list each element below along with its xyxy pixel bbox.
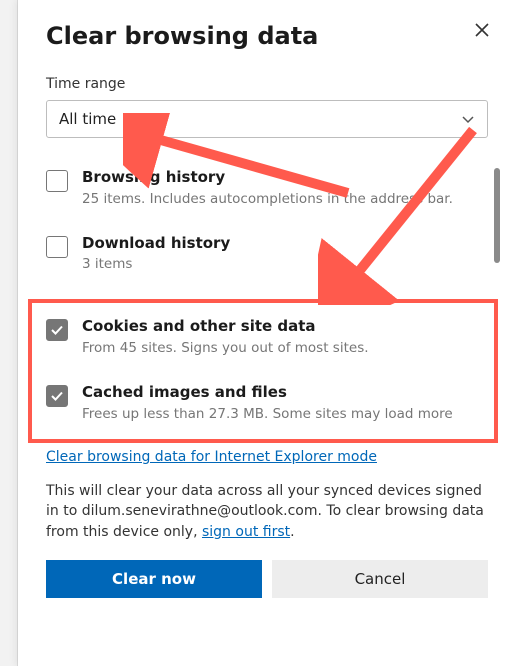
time-range-label: Time range [46,76,488,92]
option-title: Download history [82,234,230,254]
checkmark-icon [50,389,64,403]
clear-now-button[interactable]: Clear now [46,560,262,598]
footer-text: This will clear your data across all you… [46,481,488,542]
time-range-value: All time [59,110,116,128]
option-title: Browsing history [82,168,453,188]
scrollbar[interactable] [494,168,500,263]
option-cached[interactable]: Cached images and files Frees up less th… [46,383,484,423]
checkbox-browsing-history[interactable] [46,170,68,192]
option-cookies[interactable]: Cookies and other site data From 45 site… [46,317,484,357]
chevron-down-icon [461,112,475,126]
options-scroll-area: Browsing history 25 items. Includes auto… [46,168,488,428]
close-icon [474,22,490,38]
checkbox-download-history[interactable] [46,236,68,258]
time-range-select[interactable]: All time [46,100,488,138]
option-title: Cookies and other site data [82,317,369,337]
dialog-title: Clear browsing data [46,22,488,50]
option-browsing-history[interactable]: Browsing history 25 items. Includes auto… [46,168,488,208]
option-desc: 3 items [82,255,230,273]
option-desc: From 45 sites. Signs you out of most sit… [82,339,369,357]
close-button[interactable] [468,16,496,44]
option-download-history[interactable]: Download history 3 items [46,234,488,274]
checkmark-icon [50,323,64,337]
cancel-button[interactable]: Cancel [272,560,488,598]
checkbox-cached[interactable] [46,385,68,407]
annotation-highlight-box: Cookies and other site data From 45 site… [28,299,498,442]
clear-browsing-data-dialog: Clear browsing data Time range All time … [18,0,516,666]
checkbox-cookies[interactable] [46,319,68,341]
option-title: Cached images and files [82,383,453,403]
ie-mode-link[interactable]: Clear browsing data for Internet Explore… [46,449,377,465]
option-desc: 25 items. Includes autocompletions in th… [82,190,453,208]
sign-out-link[interactable]: sign out first [202,522,290,542]
option-desc: Frees up less than 27.3 MB. Some sites m… [82,405,453,423]
footer-text-b: . [290,524,294,540]
